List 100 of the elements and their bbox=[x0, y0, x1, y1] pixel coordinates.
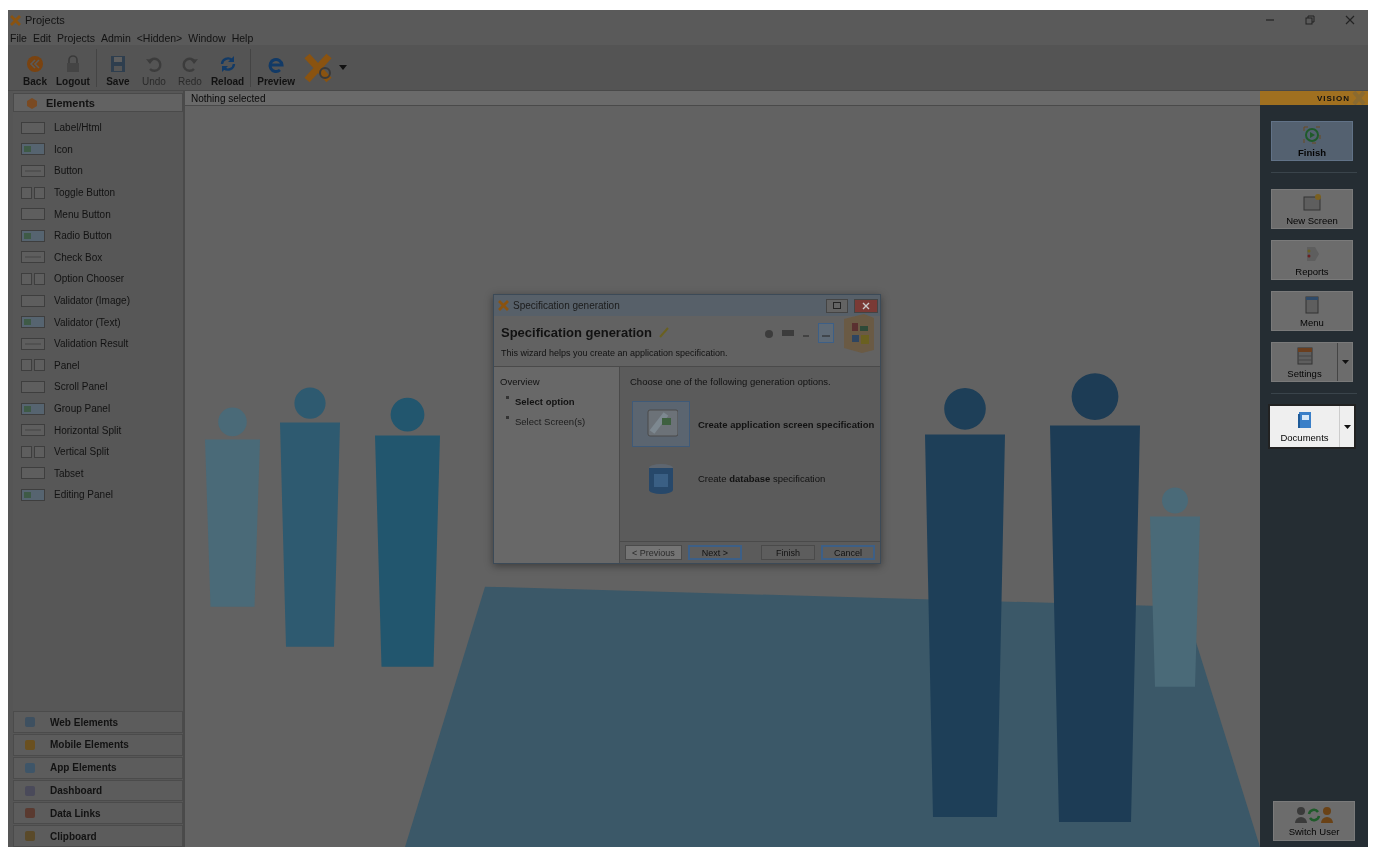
palette-item[interactable]: Scroll Panel bbox=[13, 376, 183, 398]
menu-item[interactable]: Projects bbox=[57, 31, 95, 44]
widget-icon bbox=[21, 120, 45, 135]
palette-item[interactable]: Radio Button bbox=[13, 224, 183, 247]
side-button[interactable]: Reports bbox=[1271, 240, 1353, 280]
toolbar-button[interactable]: Reload bbox=[208, 48, 247, 87]
users-icon bbox=[1294, 805, 1334, 824]
widget-icon bbox=[21, 315, 45, 330]
menu-item[interactable]: File bbox=[10, 31, 27, 44]
widget-icon bbox=[21, 185, 45, 200]
palette-item[interactable]: Validator (Image) bbox=[13, 289, 183, 312]
side-button[interactable]: Settings bbox=[1271, 342, 1353, 382]
panel-header[interactable]: Elements bbox=[13, 93, 183, 112]
brand-name: VISION bbox=[1316, 93, 1350, 103]
widget-icon bbox=[21, 401, 45, 416]
widget-icon bbox=[21, 293, 45, 308]
caret-icon bbox=[339, 65, 348, 70]
palette-item[interactable]: Tabset bbox=[13, 462, 183, 485]
widget-icon bbox=[21, 487, 45, 502]
caret-icon bbox=[1341, 360, 1349, 364]
side-button[interactable]: Finish bbox=[1271, 121, 1353, 161]
maximize-icon[interactable] bbox=[818, 323, 834, 343]
dialog-button[interactable]: Finish bbox=[761, 545, 815, 560]
dialog-button[interactable]: Cancel bbox=[821, 545, 875, 560]
dialog-subtitle: This wizard helps you create an application specification. bbox=[501, 347, 729, 358]
category-tab[interactable]: Dashboard bbox=[13, 779, 183, 802]
play-icon bbox=[1302, 124, 1322, 145]
palette-item[interactable]: Toggle Button bbox=[13, 181, 183, 204]
category-tab[interactable]: Web Elements bbox=[13, 711, 183, 733]
wizard-step: Select option bbox=[500, 396, 613, 407]
side-button[interactable]: Documents bbox=[1268, 404, 1356, 449]
option-button[interactable] bbox=[632, 401, 690, 447]
widget-icon bbox=[21, 379, 45, 394]
cross-logo bbox=[1352, 91, 1366, 105]
restore-button[interactable] bbox=[826, 298, 848, 313]
menu-item[interactable]: Help bbox=[231, 31, 254, 44]
category-tab[interactable]: App Elements bbox=[13, 756, 183, 779]
palette-item[interactable]: Validator (Text) bbox=[13, 311, 183, 333]
bullet-icon bbox=[506, 396, 509, 399]
palette-item[interactable]: Editing Panel bbox=[13, 484, 183, 506]
widget-icon bbox=[21, 358, 45, 373]
menu-item[interactable]: Admin bbox=[100, 31, 131, 44]
palette-item[interactable]: Label/Html bbox=[13, 117, 183, 139]
widget-icon bbox=[21, 142, 45, 157]
palette-item[interactable]: Check Box bbox=[13, 246, 183, 269]
palette-item[interactable]: Vertical Split bbox=[13, 440, 183, 463]
palette-item[interactable]: Option Chooser bbox=[13, 268, 183, 290]
palette-item[interactable]: Group Panel bbox=[13, 397, 183, 420]
list-icon bbox=[1302, 294, 1322, 315]
steps-title: Overview bbox=[500, 376, 541, 387]
close-icon bbox=[862, 301, 870, 310]
widget-icon bbox=[21, 228, 45, 243]
palette-item[interactable]: Panel bbox=[13, 354, 183, 377]
toolbar-button[interactable]: Logout bbox=[54, 48, 92, 87]
side-button[interactable]: Menu bbox=[1271, 291, 1353, 331]
category-tab[interactable]: Mobile Elements bbox=[13, 734, 183, 756]
wizard-step: Select Screen(s) bbox=[500, 416, 613, 427]
app-logo bbox=[10, 14, 21, 26]
widget-icon bbox=[21, 466, 45, 481]
bullet-icon bbox=[506, 416, 509, 419]
toolbar-button[interactable]: Preview bbox=[255, 48, 298, 87]
status-text: Nothing selected bbox=[185, 91, 1260, 106]
menu-item[interactable]: <Hidden> bbox=[136, 31, 183, 44]
menu-item[interactable]: Window bbox=[188, 31, 226, 44]
widget-icon bbox=[21, 336, 45, 351]
window-title: Projects bbox=[25, 14, 66, 26]
dialog-heading: Specification generation bbox=[501, 324, 652, 340]
category-tab[interactable]: Data Links bbox=[13, 802, 183, 825]
menu-item[interactable]: Edit bbox=[32, 31, 51, 44]
widget-icon bbox=[21, 423, 45, 438]
toolbar-button[interactable]: Back bbox=[18, 48, 52, 87]
pen-icon bbox=[658, 326, 670, 338]
palette-item[interactable]: Icon bbox=[13, 138, 183, 161]
window-icon bbox=[1302, 192, 1322, 213]
widget-icon bbox=[21, 444, 45, 459]
palette-item[interactable]: Horizontal Split bbox=[13, 419, 183, 441]
prompt-text: Choose one of the following generation options. bbox=[629, 375, 832, 389]
palette-item[interactable]: Menu Button bbox=[13, 203, 183, 225]
cube-icon bbox=[26, 96, 38, 109]
category-icon bbox=[24, 807, 36, 820]
widget-icon bbox=[21, 207, 45, 222]
option-label[interactable]: Create application screen specification bbox=[698, 418, 875, 430]
wizard-drawing bbox=[842, 313, 876, 353]
toolbar-button[interactable]: Save bbox=[100, 48, 135, 87]
close-button[interactable] bbox=[854, 298, 878, 313]
dialog-title: Specification generation bbox=[513, 300, 621, 311]
dialog-button[interactable]: Next > bbox=[687, 545, 742, 560]
card-icon[interactable] bbox=[782, 329, 794, 337]
side-button[interactable]: Switch User bbox=[1273, 801, 1355, 841]
category-icon bbox=[24, 716, 36, 729]
side-button[interactable]: New Screen bbox=[1271, 189, 1353, 229]
widget-icon bbox=[21, 164, 45, 178]
cross-logo bbox=[303, 52, 334, 83]
panel-title: Elements bbox=[46, 96, 95, 109]
option-label[interactable]: Create database specification bbox=[698, 472, 826, 484]
palette-item[interactable]: Validation Result bbox=[13, 332, 183, 355]
palette-item[interactable]: Button bbox=[13, 160, 183, 182]
category-tab[interactable]: Clipboard bbox=[13, 825, 183, 847]
close-icon bbox=[1345, 15, 1355, 25]
widget-icon bbox=[21, 271, 45, 286]
